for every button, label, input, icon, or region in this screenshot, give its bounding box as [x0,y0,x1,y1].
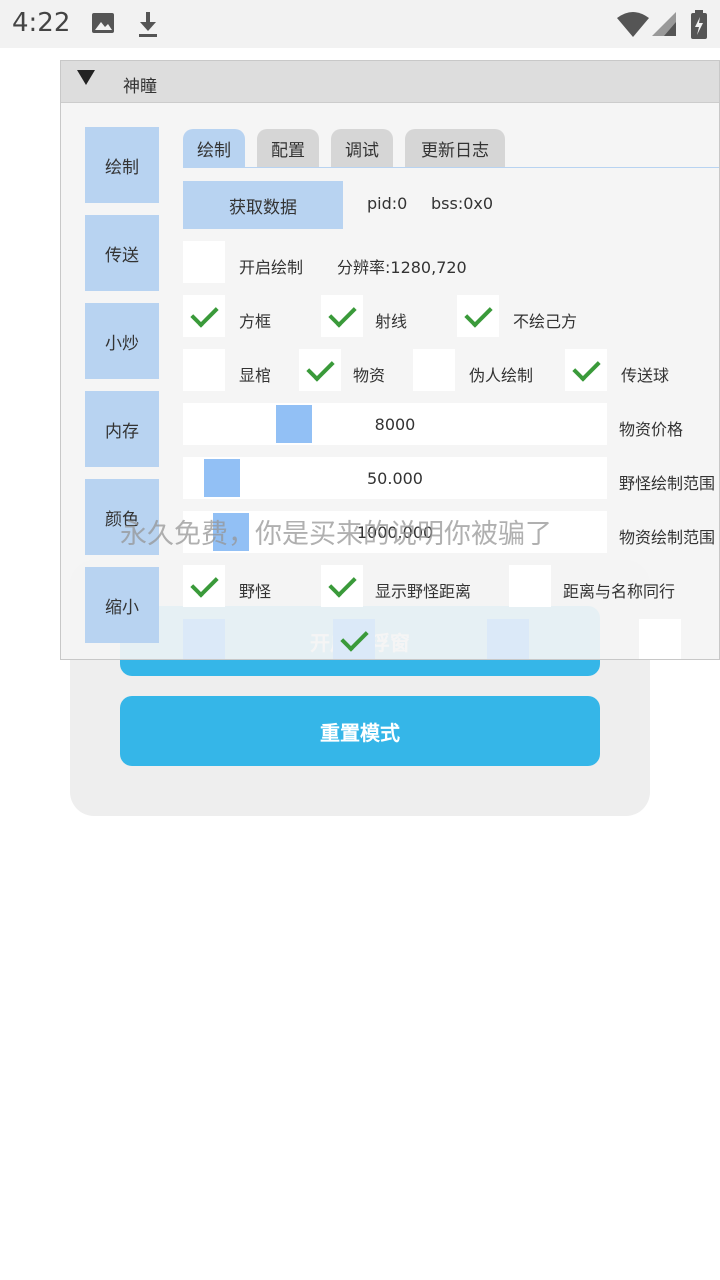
side-tab-minimize[interactable]: 缩小 [85,567,159,643]
slider-value: 50.000 [367,468,423,488]
show-monster-distance-checkbox[interactable] [321,565,363,607]
side-tab-misc[interactable]: 小炒 [85,303,159,379]
tab-changelog[interactable]: 更新日志 [405,129,505,167]
ray-checkbox[interactable] [321,295,363,337]
monster-range-slider[interactable]: 50.000 [183,457,607,499]
menu-title-bar[interactable]: 神瞳 [61,61,719,103]
monster-range-label: 野怪绘制范围 [619,474,716,493]
checkbox-partial[interactable] [333,619,375,659]
supply-price-slider[interactable]: 8000 [183,403,607,445]
wifi-icon [617,12,649,37]
pid-label: pid:0 [367,194,408,213]
show-monster-distance-label: 显示野怪距离 [375,582,472,601]
no-self-label: 不绘己方 [513,312,578,331]
box-label: 方框 [239,312,272,331]
supplies-label: 物资 [353,366,386,385]
slider-value: 8000 [374,414,416,434]
collapse-caret-icon[interactable] [77,70,95,85]
cellular-signal-icon [652,12,676,36]
fake-draw-checkbox[interactable] [413,349,455,391]
reset-mode-button[interactable]: 重置模式 [120,696,600,766]
box-checkbox[interactable] [183,295,225,337]
resolution-label: 分辨率:1280,720 [337,258,467,277]
supply-range-label: 物资绘制范围 [619,528,716,547]
tab-draw[interactable]: 绘制 [183,129,245,167]
no-self-checkbox[interactable] [457,295,499,337]
checkbox-partial[interactable] [639,619,681,659]
tab-debug[interactable]: 调试 [331,129,393,167]
teleport-ball-label: 传送球 [621,366,670,385]
show-coffin-label: 显棺 [239,366,272,385]
monster-checkbox[interactable] [183,565,225,607]
status-bar: 4:22 [0,0,720,48]
status-time: 4:22 [12,8,71,38]
supplies-checkbox[interactable] [299,349,341,391]
image-icon [92,13,114,33]
checkbox-partial[interactable] [487,619,529,659]
enable-draw-label: 开启绘制 [239,258,304,277]
tab-config[interactable]: 配置 [257,129,319,167]
monster-label: 野怪 [239,582,272,601]
supply-price-label: 物资价格 [619,420,684,439]
battery-charging-icon [691,10,707,39]
watermark-text: 永久免费，你是买来的说明你被骗了 [120,519,552,550]
ray-label: 射线 [375,312,408,331]
enable-draw-checkbox[interactable] [183,241,225,283]
menu-title: 神瞳 [123,77,157,97]
floating-menu: 神瞳 绘制 传送 小炒 内存 颜色 缩小 绘制 配置 调试 更新日志 获取数据 … [60,60,720,660]
teleport-ball-checkbox[interactable] [565,349,607,391]
distance-name-same-line-checkbox[interactable] [509,565,551,607]
distance-name-same-line-label: 距离与名称同行 [563,582,676,601]
tab-underline [183,167,719,168]
side-tab-draw[interactable]: 绘制 [85,127,159,203]
side-tab-teleport[interactable]: 传送 [85,215,159,291]
bss-label: bss:0x0 [431,194,494,213]
download-icon [139,12,157,37]
fake-draw-label: 伪人绘制 [469,366,534,385]
show-coffin-checkbox[interactable] [183,349,225,391]
side-tab-memory[interactable]: 内存 [85,391,159,467]
checkbox-partial[interactable] [183,619,225,659]
fetch-data-button[interactable]: 获取数据 [183,181,343,229]
